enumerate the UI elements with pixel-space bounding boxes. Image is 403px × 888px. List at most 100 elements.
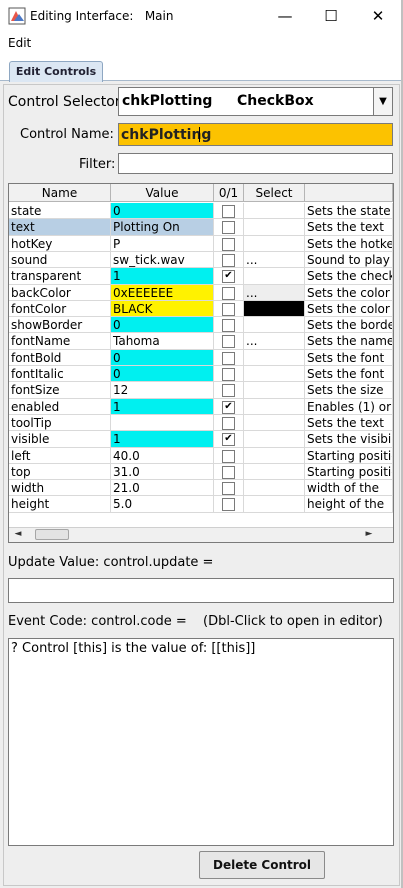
property-checkbox[interactable] <box>222 319 235 332</box>
property-select-cell[interactable] <box>244 448 305 464</box>
property-select-cell[interactable] <box>244 431 305 448</box>
property-toggle-cell[interactable]: ✔ <box>214 268 244 285</box>
minimize-icon[interactable]: — <box>262 0 308 32</box>
property-value-cell[interactable]: 0 <box>111 203 214 219</box>
property-select-cell[interactable]: ... <box>244 333 305 350</box>
property-toggle-cell[interactable] <box>214 464 244 480</box>
property-name-cell[interactable]: enabled <box>9 399 111 415</box>
delete-control-button[interactable]: Delete Control <box>199 851 325 879</box>
property-toggle-cell[interactable] <box>214 480 244 496</box>
property-checkbox[interactable] <box>222 221 235 234</box>
property-select-cell[interactable] <box>244 236 305 252</box>
event-code-textarea[interactable] <box>8 638 394 846</box>
property-select-cell[interactable] <box>244 496 305 513</box>
column-header-toggle[interactable]: 0/1 <box>214 184 244 202</box>
property-name-cell[interactable]: backColor <box>9 285 111 301</box>
property-name-cell[interactable]: toolTip <box>9 415 111 431</box>
property-value-cell[interactable]: 0 <box>111 350 214 366</box>
property-toggle-cell[interactable]: ✔ <box>214 431 244 448</box>
property-checkbox[interactable]: ✔ <box>222 433 235 446</box>
property-checkbox[interactable] <box>222 498 235 511</box>
property-select-cell[interactable] <box>244 350 305 366</box>
property-toggle-cell[interactable] <box>214 219 244 236</box>
update-value-field[interactable] <box>8 578 394 603</box>
column-header-name[interactable]: Name <box>9 184 111 202</box>
property-value-cell[interactable]: 0 <box>111 317 214 333</box>
property-checkbox[interactable] <box>222 417 235 430</box>
property-value-cell[interactable]: 21.0 <box>111 480 214 496</box>
property-select-cell[interactable]: ... <box>244 252 305 268</box>
property-checkbox[interactable]: ✔ <box>222 270 235 283</box>
property-name-cell[interactable]: fontItalic <box>9 366 111 382</box>
property-toggle-cell[interactable] <box>214 236 244 252</box>
property-toggle-cell[interactable] <box>214 333 244 350</box>
property-toggle-cell[interactable] <box>214 252 244 268</box>
property-toggle-cell[interactable]: ✔ <box>214 399 244 415</box>
column-header-description[interactable] <box>305 184 393 202</box>
property-value-cell[interactable]: 40.0 <box>111 448 214 464</box>
property-name-cell[interactable]: fontName <box>9 333 111 350</box>
property-select-cell[interactable] <box>244 203 305 219</box>
property-value-cell[interactable]: 31.0 <box>111 464 214 480</box>
property-name-cell[interactable]: visible <box>9 431 111 448</box>
chevron-down-icon[interactable]: ▼ <box>373 88 392 115</box>
property-name-cell[interactable]: sound <box>9 252 111 268</box>
property-value-cell[interactable]: sw_tick.wav <box>111 252 214 268</box>
property-name-cell[interactable]: transparent <box>9 268 111 285</box>
property-checkbox[interactable] <box>222 384 235 397</box>
property-toggle-cell[interactable] <box>214 350 244 366</box>
filter-input[interactable] <box>118 153 393 174</box>
column-header-value[interactable]: Value <box>111 184 214 202</box>
property-name-cell[interactable]: height <box>9 496 111 513</box>
property-toggle-cell[interactable] <box>214 382 244 399</box>
property-toggle-cell[interactable] <box>214 317 244 333</box>
property-name-cell[interactable]: top <box>9 464 111 480</box>
property-checkbox[interactable] <box>222 335 235 348</box>
property-select-cell[interactable] <box>244 268 305 285</box>
tab-edit-controls[interactable]: Edit Controls <box>9 61 103 82</box>
property-checkbox[interactable] <box>222 368 235 381</box>
property-value-cell[interactable]: 5.0 <box>111 496 214 513</box>
property-toggle-cell[interactable] <box>214 366 244 382</box>
scrollbar-thumb[interactable] <box>35 529 69 540</box>
property-value-cell[interactable]: Tahoma <box>111 333 214 350</box>
property-name-cell[interactable]: fontColor <box>9 301 111 317</box>
scroll-left-icon[interactable]: ◄ <box>11 528 25 541</box>
property-checkbox[interactable] <box>222 482 235 495</box>
property-toggle-cell[interactable] <box>214 301 244 317</box>
property-checkbox[interactable] <box>222 450 235 463</box>
property-value-cell[interactable]: 1 <box>111 399 214 415</box>
property-toggle-cell[interactable] <box>214 285 244 301</box>
property-name-cell[interactable]: width <box>9 480 111 496</box>
property-name-cell[interactable]: text <box>9 219 111 236</box>
property-checkbox[interactable] <box>222 352 235 365</box>
property-toggle-cell[interactable] <box>214 203 244 219</box>
close-icon[interactable]: ✕ <box>355 0 401 32</box>
property-value-cell[interactable]: BLACK <box>111 301 214 317</box>
property-checkbox[interactable] <box>222 205 235 218</box>
menu-edit[interactable]: Edit <box>8 36 31 50</box>
property-select-cell[interactable] <box>244 219 305 236</box>
property-checkbox[interactable]: ✔ <box>222 401 235 414</box>
property-select-cell[interactable] <box>244 317 305 333</box>
scroll-right-icon[interactable]: ► <box>362 528 376 541</box>
property-select-cell[interactable]: ... <box>244 301 305 317</box>
control-name-field[interactable] <box>118 123 393 146</box>
property-value-cell[interactable]: 1 <box>111 431 214 448</box>
column-header-select[interactable]: Select <box>244 184 305 202</box>
property-checkbox[interactable] <box>222 287 235 300</box>
property-select-cell[interactable] <box>244 366 305 382</box>
maximize-icon[interactable]: ☐ <box>308 0 354 32</box>
property-name-cell[interactable]: state <box>9 203 111 219</box>
property-value-cell[interactable]: Plotting On <box>111 219 214 236</box>
property-name-cell[interactable]: left <box>9 448 111 464</box>
property-value-cell[interactable]: 0 <box>111 366 214 382</box>
property-checkbox[interactable] <box>222 303 235 316</box>
property-toggle-cell[interactable] <box>214 496 244 513</box>
property-select-cell[interactable] <box>244 382 305 399</box>
property-checkbox[interactable] <box>222 238 235 251</box>
property-toggle-cell[interactable] <box>214 415 244 431</box>
property-value-cell[interactable]: 12 <box>111 382 214 399</box>
property-select-cell[interactable] <box>244 464 305 480</box>
property-value-cell[interactable]: P <box>111 236 214 252</box>
